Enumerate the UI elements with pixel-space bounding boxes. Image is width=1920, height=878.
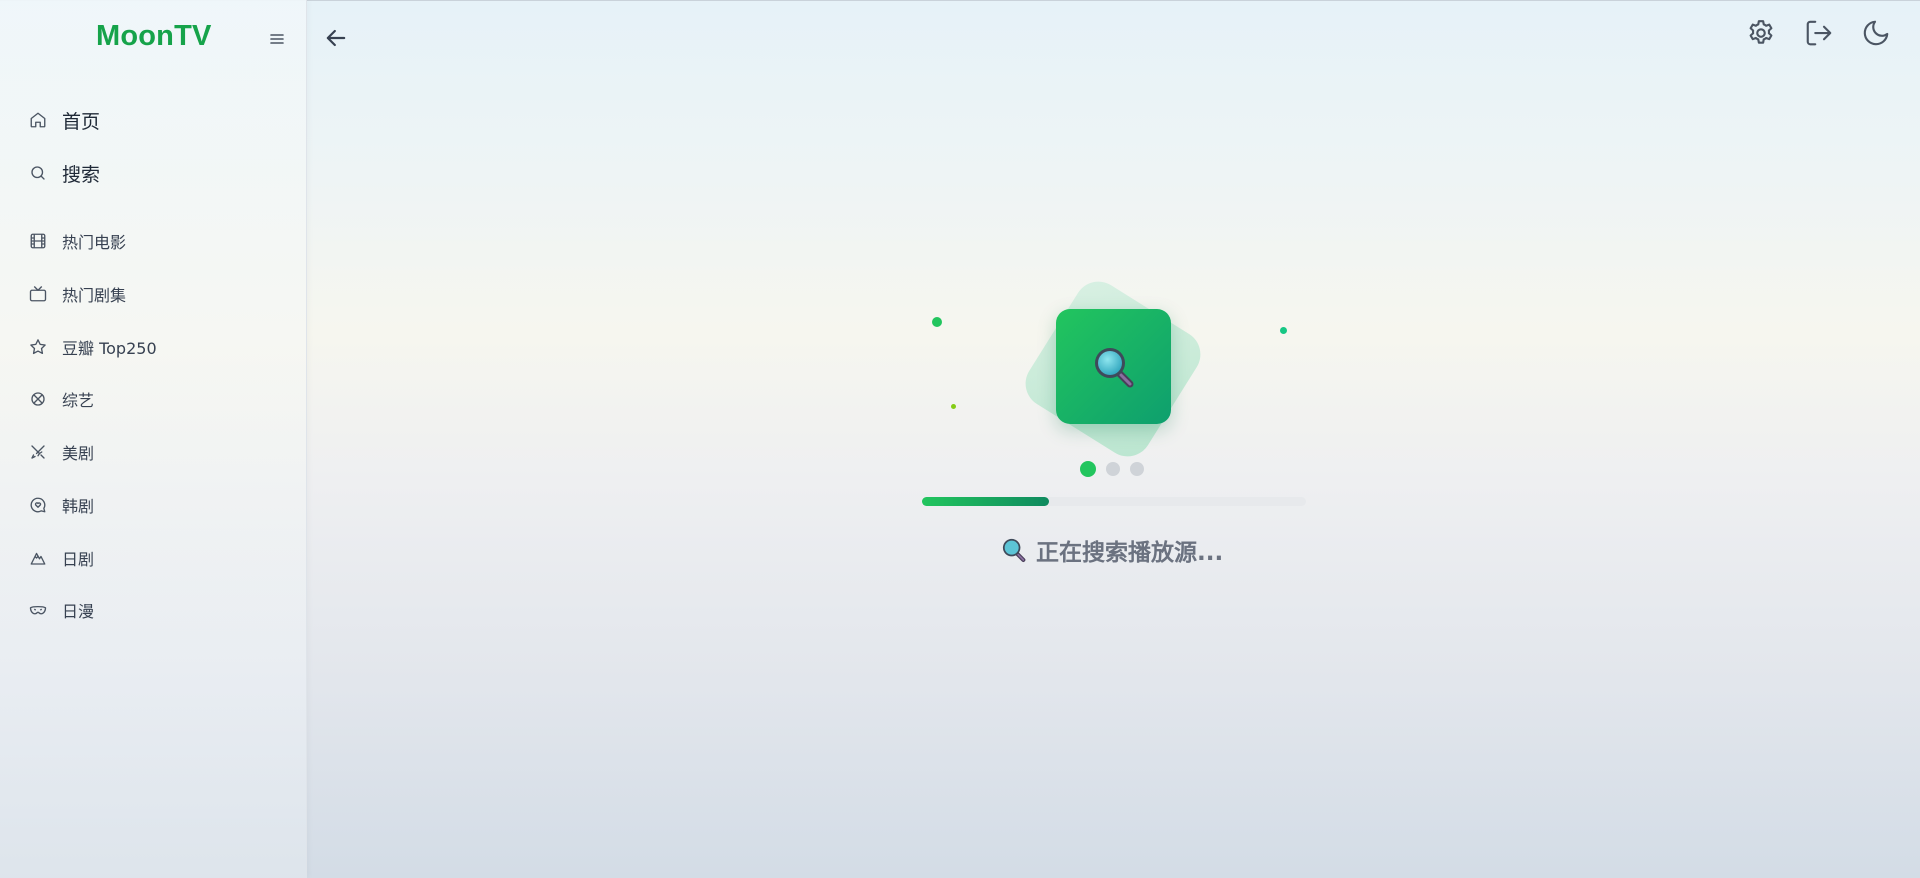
sidebar-item-label: 日剧 [62,550,95,569]
loading-status-text: 正在搜索播放源... [1036,540,1224,566]
progress-fill [922,497,1049,506]
loading-dot [1106,462,1120,476]
sidebar-item-label: 豆瓣 Top250 [62,339,157,358]
sidebar-item-label: 韩剧 [62,497,95,516]
sidebar-item-label: 综艺 [62,391,95,410]
moon-icon[interactable] [1861,18,1891,48]
sidebar-item-label: 热门剧集 [62,286,127,305]
sidebar: MoonTV 首页 搜索 热门电影 热门剧集 豆瓣 Top250 综艺 美剧 韩… [0,0,307,878]
sidebar-item-label: 首页 [62,110,101,133]
sidebar-item-search[interactable]: 搜索 [28,159,100,187]
sidebar-item-anime[interactable]: 日漫 [28,596,94,624]
sidebar-item-us-drama[interactable]: 美剧 [28,438,94,466]
progress-bar [922,497,1306,506]
mountain-icon [28,548,48,568]
sparkle-dot [1280,327,1287,334]
sparkle-dot [951,404,956,409]
magnifier-icon [1002,538,1026,562]
tv-icon [28,284,48,304]
sidebar-item-label: 美剧 [62,444,95,463]
swords-icon [28,442,48,462]
mask-icon [28,600,48,620]
sidebar-item-hot-movies[interactable]: 热门电影 [28,227,126,255]
star-icon [28,337,48,357]
sidebar-item-label: 热门电影 [62,233,127,252]
back-arrow-icon[interactable] [322,24,350,52]
loading-status: 正在搜索播放源... [1000,534,1223,566]
logout-icon[interactable] [1804,18,1834,48]
magnifier-icon [1094,347,1133,387]
search-icon [28,163,48,183]
loader-tile [1056,309,1171,424]
sidebar-item-label: 日漫 [62,602,95,621]
loading-dot-active [1080,461,1096,477]
clover-icon [28,389,48,409]
menu-toggle-icon[interactable] [268,30,286,48]
sidebar-item-jp-drama[interactable]: 日剧 [28,544,94,572]
sidebar-item-home[interactable]: 首页 [28,106,100,134]
sidebar-item-hot-series[interactable]: 热门剧集 [28,280,126,308]
loading-dot [1130,462,1144,476]
film-icon [28,231,48,251]
brand-logo[interactable]: MoonTV [96,20,212,53]
heart-chat-icon [28,495,48,515]
sidebar-item-kr-drama[interactable]: 韩剧 [28,491,94,519]
sidebar-item-label: 搜索 [62,163,101,186]
sidebar-item-variety[interactable]: 综艺 [28,385,94,413]
home-icon [28,110,48,130]
sparkle-dot [932,317,942,327]
settings-icon[interactable] [1746,18,1776,48]
sidebar-item-douban-top250[interactable]: 豆瓣 Top250 [28,333,157,361]
